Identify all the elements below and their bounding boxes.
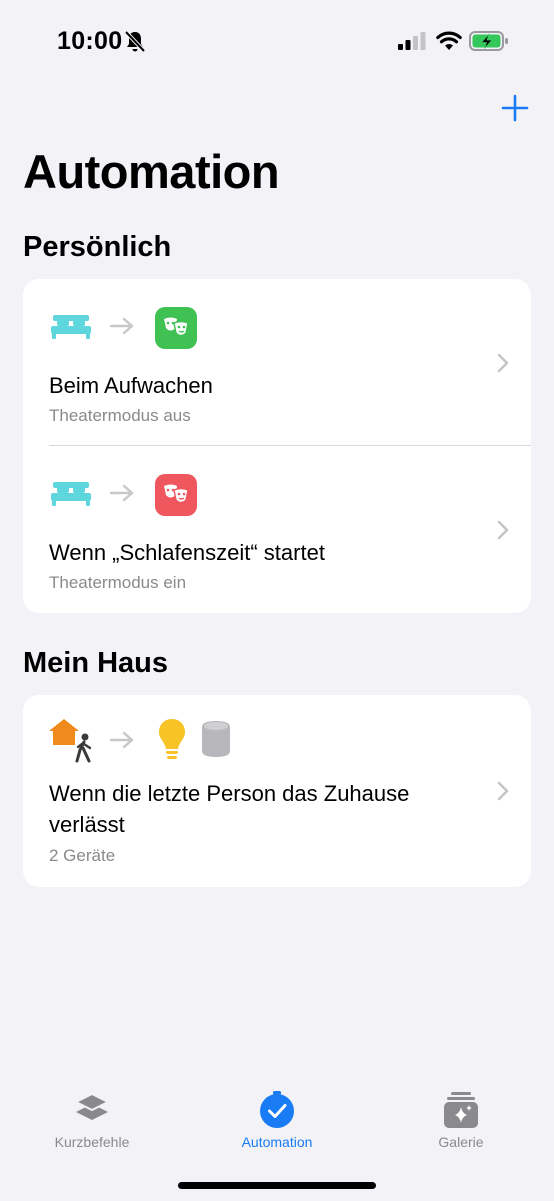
status-bar: 10:00 [0, 0, 554, 84]
cellular-signal-icon [398, 32, 426, 50]
automation-title: Beim Aufwachen [49, 373, 213, 398]
light-bulb-icon [159, 719, 185, 759]
automation-title-line-1: Wenn die letzte Person das Zuhause [49, 781, 410, 806]
automation-row-wake-up[interactable]: Beim Aufwachen Theatermodus aus [23, 279, 531, 446]
automation-subtitle: 2 Geräte [49, 846, 116, 865]
theater-mode-on-icon [155, 474, 197, 516]
automation-subtitle: Theatermodus aus [49, 406, 191, 425]
home-automations-card: Wenn die letzte Person das Zuhause verlä… [23, 695, 531, 887]
automation-row-bedtime[interactable]: Wenn „Schlafenszeit“ startet Theatermodu… [23, 446, 531, 613]
stacked-layers-icon [73, 1092, 111, 1120]
homepod-mini-icon [202, 721, 230, 757]
arrow-right-icon [109, 731, 134, 749]
arrow-right-icon [109, 484, 134, 502]
automation-row-last-person-leaves[interactable]: Wenn die letzte Person das Zuhause verlä… [23, 695, 531, 887]
chevron-right-icon [497, 520, 509, 540]
chevron-right-icon [497, 781, 509, 801]
bell-slash-icon [124, 30, 146, 53]
personal-automations-card: Beim Aufwachen Theatermodus aus Wenn „Sc… [23, 279, 531, 613]
wifi-icon [436, 31, 462, 50]
add-automation-button[interactable] [499, 92, 531, 124]
tab-label: Automation [241, 1134, 313, 1150]
automation-screen: 10:00 Automation Persönlich Beim Aufwach… [0, 0, 554, 1201]
tab-gallery[interactable]: Galerie [386, 1090, 536, 1151]
bed-icon [51, 315, 91, 339]
automation-subtitle: Theatermodus ein [49, 573, 187, 592]
tab-label: Kurzbefehle [54, 1134, 130, 1150]
house-person-leaving-icon [49, 719, 92, 763]
section-title-home: Mein Haus [23, 647, 169, 679]
status-time: 10:00 [57, 27, 123, 55]
clock-check-icon [260, 1091, 294, 1128]
home-indicator[interactable] [178, 1182, 376, 1189]
chevron-right-icon [497, 353, 509, 373]
automation-title-line-2: verlässt [49, 812, 125, 837]
tab-automation[interactable]: Automation [202, 1090, 352, 1151]
section-title-personal: Persönlich [23, 231, 172, 263]
battery-charging-icon [469, 31, 508, 51]
arrow-right-icon [109, 317, 134, 335]
tab-label: Galerie [438, 1134, 484, 1150]
tab-shortcuts[interactable]: Kurzbefehle [17, 1090, 167, 1151]
automation-title: Wenn „Schlafenszeit“ startet [49, 540, 325, 565]
bed-icon [51, 482, 91, 506]
theater-mode-off-icon [155, 307, 197, 349]
page-title: Automation [23, 145, 280, 198]
gallery-sparkle-icon [444, 1092, 478, 1128]
